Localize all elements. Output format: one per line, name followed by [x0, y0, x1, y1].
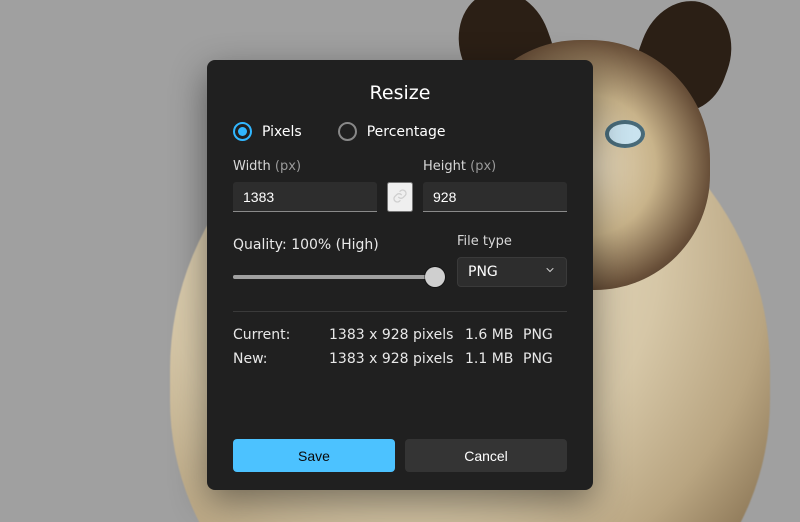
file-type-value: PNG [468, 264, 498, 280]
info-new-fmt: PNG [523, 348, 567, 372]
radio-dot-icon [233, 122, 252, 141]
width-field: Width (px) [233, 159, 377, 212]
dialog-button-row: Save Cancel [233, 439, 567, 472]
unit-pixels-label: Pixels [262, 124, 302, 140]
height-field: Height (px) [423, 159, 567, 212]
unit-percentage-radio[interactable]: Percentage [338, 122, 446, 141]
slider-rail [233, 275, 435, 279]
file-type-label: File type [457, 234, 567, 249]
link-aspect-ratio-button[interactable] [387, 182, 413, 212]
cancel-button[interactable]: Cancel [405, 439, 567, 472]
chevron-down-icon [544, 264, 556, 280]
cat-eye-right-shape [605, 120, 645, 148]
info-new-size: 1.1 MB [465, 348, 523, 372]
height-label: Height (px) [423, 159, 567, 174]
info-new-dims: 1383 x 928 pixels [329, 348, 465, 372]
info-current-fmt: PNG [523, 324, 567, 348]
quality-caption: Quality: 100% (High) [233, 237, 435, 253]
height-input[interactable] [423, 182, 567, 212]
cat-ear-right-shape [624, 0, 746, 122]
file-type-section: File type PNG [457, 234, 567, 287]
info-row-new: New: 1383 x 928 pixels 1.1 MB PNG [233, 348, 567, 372]
info-current-label: Current: [233, 324, 329, 348]
unit-radio-group: Pixels Percentage [233, 122, 567, 141]
info-current-dims: 1383 x 928 pixels [329, 324, 465, 348]
unit-percentage-label: Percentage [367, 124, 446, 140]
resize-dialog: Resize Pixels Percentage Width (px) [207, 60, 593, 490]
info-new-label: New: [233, 348, 329, 372]
slider-fill [233, 275, 435, 279]
width-input[interactable] [233, 182, 377, 212]
size-info-table: Current: 1383 x 928 pixels 1.6 MB PNG Ne… [233, 324, 567, 372]
divider [233, 311, 567, 312]
save-button[interactable]: Save [233, 439, 395, 472]
dialog-title: Resize [233, 82, 567, 104]
unit-pixels-radio[interactable]: Pixels [233, 122, 302, 141]
dimensions-row: Width (px) Height (px) [233, 159, 567, 212]
info-row-current: Current: 1383 x 928 pixels 1.6 MB PNG [233, 324, 567, 348]
quality-section: Quality: 100% (High) [233, 237, 435, 287]
info-current-size: 1.6 MB [465, 324, 523, 348]
width-label: Width (px) [233, 159, 377, 174]
link-icon [392, 188, 408, 207]
file-type-select[interactable]: PNG [457, 257, 567, 287]
radio-dot-icon [338, 122, 357, 141]
quality-filetype-row: Quality: 100% (High) File type PNG [233, 234, 567, 287]
slider-thumb[interactable] [425, 267, 445, 287]
quality-slider[interactable] [233, 267, 435, 287]
